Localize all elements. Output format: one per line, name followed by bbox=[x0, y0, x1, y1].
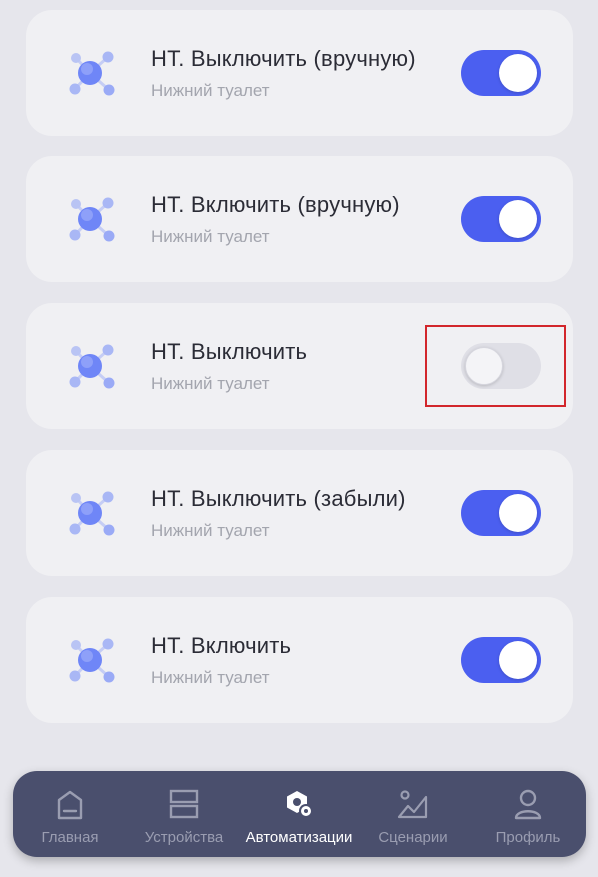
toggle-knob bbox=[499, 641, 537, 679]
profile-icon bbox=[514, 789, 542, 820]
toggle-knob bbox=[465, 347, 503, 385]
tab-profile[interactable]: Профиль bbox=[471, 771, 585, 857]
automation-toggle[interactable] bbox=[461, 50, 541, 96]
automation-title: НТ. Выключить (вручную) bbox=[151, 46, 416, 71]
devices-icon bbox=[169, 789, 199, 819]
automation-node-icon bbox=[69, 638, 115, 683]
tab-scenes-label: Сценарии bbox=[378, 829, 448, 846]
automation-title: НТ. Выключить bbox=[151, 339, 308, 364]
automation-node-icon bbox=[69, 344, 115, 389]
automation-node-icon bbox=[69, 197, 115, 242]
automation-toggle[interactable] bbox=[461, 490, 541, 536]
tab-home[interactable]: Главная bbox=[13, 771, 127, 857]
tab-scenes[interactable]: Сценарии bbox=[356, 771, 470, 857]
automation-node-icon bbox=[69, 491, 115, 536]
tab-home-label: Главная bbox=[41, 829, 99, 846]
automation-room: Нижний туалет bbox=[151, 521, 270, 540]
automation-title: НТ. Включить bbox=[151, 633, 292, 658]
tab-automations-label: Автоматизации bbox=[245, 829, 353, 846]
automation-toggle[interactable] bbox=[461, 196, 541, 242]
automation-card[interactable]: НТ. Выключить Нижний туалет bbox=[26, 303, 573, 429]
automation-toggle[interactable] bbox=[461, 637, 541, 683]
tab-devices[interactable]: Устройства bbox=[127, 771, 241, 857]
home-icon bbox=[57, 790, 83, 820]
automation-room: Нижний туалет bbox=[151, 668, 270, 687]
tab-automations[interactable]: Автоматизации bbox=[242, 771, 356, 857]
automation-node-icon bbox=[69, 51, 115, 96]
automation-card[interactable]: НТ. Включить (вручную) Нижний туалет bbox=[26, 156, 573, 282]
toggle-knob bbox=[499, 54, 537, 92]
automation-room: Нижний туалет bbox=[151, 81, 270, 100]
automation-card[interactable]: НТ. Выключить (забыли) Нижний туалет bbox=[26, 450, 573, 576]
automation-title: НТ. Выключить (забыли) bbox=[151, 486, 406, 511]
toggle-knob bbox=[499, 200, 537, 238]
automation-room: Нижний туалет bbox=[151, 374, 270, 393]
automation-card[interactable]: НТ. Включить Нижний туалет bbox=[26, 597, 573, 723]
automation-room: Нижний туалет bbox=[151, 227, 270, 246]
toggle-knob bbox=[499, 494, 537, 532]
automation-card[interactable]: НТ. Выключить (вручную) Нижний туалет bbox=[26, 10, 573, 136]
tab-devices-label: Устройства bbox=[144, 829, 224, 846]
automation-title: НТ. Включить (вручную) bbox=[151, 192, 400, 217]
automation-toggle[interactable] bbox=[461, 343, 541, 389]
scenes-icon bbox=[397, 790, 428, 819]
bottom-navigation: Главная Устройства Автоматизации Сценари… bbox=[13, 771, 586, 857]
automation-icon bbox=[287, 791, 313, 818]
tab-profile-label: Профиль bbox=[495, 829, 561, 846]
